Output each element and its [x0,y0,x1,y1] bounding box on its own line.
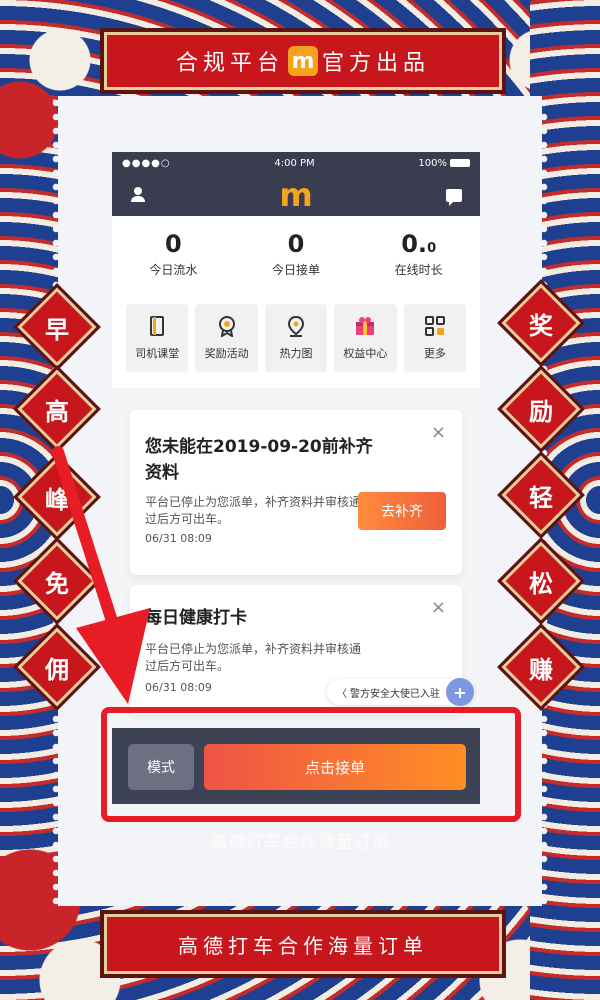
bottom-banner: 高德打车合作海量订单 [100,910,506,978]
watermark-text: 高德打车合作海量订单 [210,833,390,853]
